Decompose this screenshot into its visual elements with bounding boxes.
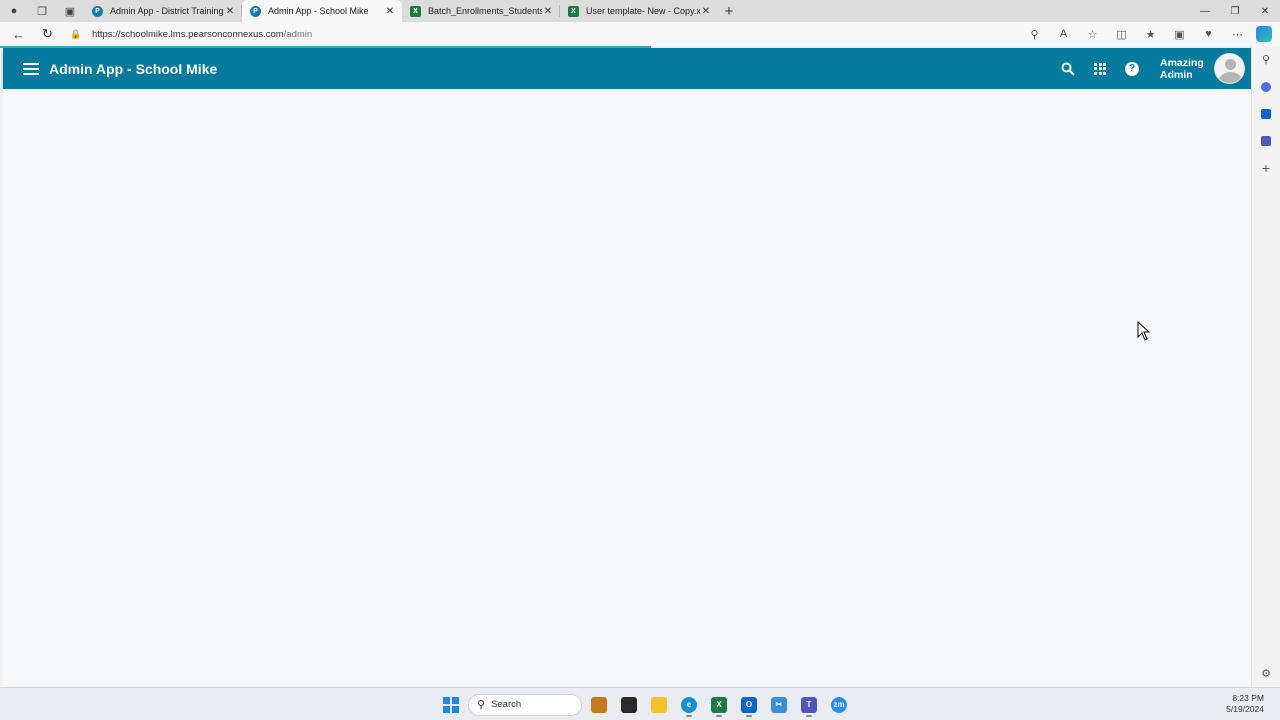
help-icon[interactable]: ? bbox=[1116, 53, 1148, 85]
window-controls: — ❐ ✕ bbox=[1190, 6, 1280, 17]
favorites-icon[interactable]: ★ bbox=[1136, 28, 1165, 41]
url-field[interactable]: https://schoolmike.lms.pearsonconnexus.c… bbox=[92, 29, 312, 40]
lock-icon[interactable]: 🔒 bbox=[68, 29, 84, 40]
sidebar-teams-icon[interactable] bbox=[1252, 127, 1280, 154]
clock-date: 5/19/2024 bbox=[1226, 704, 1264, 714]
mouse-cursor-icon bbox=[1137, 321, 1151, 341]
tab-actions-icon[interactable]: ▣ bbox=[56, 0, 84, 22]
workspaces-icon[interactable]: ❐ bbox=[28, 0, 56, 22]
tab-title: Admin App - School Mike bbox=[268, 6, 369, 16]
collections-icon[interactable]: ▣ bbox=[1165, 28, 1194, 41]
sidebar-outlook-icon[interactable] bbox=[1252, 100, 1280, 127]
app-header: Admin App - School Mike ? Amazing Admin bbox=[3, 48, 1251, 89]
system-clock[interactable]: 8:23 PM 5/19/2024 bbox=[1226, 693, 1264, 715]
terminal-icon bbox=[621, 696, 637, 713]
favorite-star-icon[interactable]: ☆ bbox=[1078, 28, 1107, 41]
taskbar-file-explorer[interactable] bbox=[644, 692, 674, 717]
taskbar-terminal-app[interactable] bbox=[614, 692, 644, 717]
search-icon: ⚲ bbox=[477, 699, 486, 711]
sidebar-shopping-icon[interactable] bbox=[1252, 73, 1280, 100]
taskbar-teams[interactable]: T bbox=[794, 692, 824, 717]
zoom-icon: zm bbox=[831, 696, 847, 713]
tab-title: Admin App - District Training bbox=[110, 6, 224, 16]
more-options-icon[interactable]: ⋯ bbox=[1223, 28, 1252, 41]
address-bar-row: ← ↻ 🔒 https://schoolmike.lms.pearsonconn… bbox=[0, 22, 1280, 46]
windows-taskbar: ⚲ Search e X O ✂ T zm 8:23 PM 5/19/2024 bbox=[0, 687, 1280, 720]
taskbar-edge[interactable]: e bbox=[674, 692, 704, 717]
back-arrow-icon[interactable]: ← bbox=[4, 27, 33, 42]
app-title: Admin App - School Mike bbox=[49, 60, 218, 77]
copilot-icon[interactable] bbox=[1256, 26, 1272, 42]
pearson-icon: P bbox=[92, 5, 103, 17]
avatar[interactable] bbox=[1214, 53, 1245, 84]
close-window-icon[interactable]: ✕ bbox=[1250, 6, 1280, 17]
teams-icon: T bbox=[801, 696, 817, 713]
url-host: https://schoolmike.lms.pearsonconnexus.c… bbox=[92, 28, 284, 40]
taskbar-search[interactable]: ⚲ Search bbox=[468, 693, 582, 716]
taskbar-search-label: Search bbox=[491, 699, 522, 710]
excel-icon: X bbox=[410, 5, 421, 17]
browser-tab-batch-enrollments[interactable]: X Batch_Enrollments_Students_sks ✕ bbox=[402, 0, 560, 22]
password-key-icon[interactable]: ⚲ bbox=[1020, 28, 1049, 41]
browser-essentials-icon[interactable]: ♥ bbox=[1194, 28, 1223, 40]
browser-tab-strip: ● ❐ ▣ P Admin App - District Training ✕ … bbox=[0, 0, 1280, 22]
url-path: /admin bbox=[283, 28, 313, 40]
excel-icon: X bbox=[711, 696, 727, 713]
edge-sidebar: ⚲ + ⚙ bbox=[1251, 46, 1280, 687]
scissors-icon: ✂ bbox=[771, 696, 787, 713]
close-icon[interactable]: ✕ bbox=[224, 6, 236, 17]
user-name[interactable]: Amazing Admin bbox=[1160, 57, 1210, 81]
windows-icon bbox=[443, 696, 459, 713]
read-aloud-icon[interactable]: A bbox=[1049, 28, 1078, 40]
taskbar-excel[interactable]: X bbox=[704, 692, 734, 717]
refresh-icon[interactable]: ↻ bbox=[33, 26, 62, 42]
pearson-icon: P bbox=[250, 5, 261, 17]
apps-grid-icon[interactable] bbox=[1084, 53, 1116, 85]
taskbar-toolbox-app[interactable] bbox=[584, 692, 614, 717]
start-button[interactable] bbox=[436, 692, 466, 717]
close-icon[interactable]: ✕ bbox=[384, 6, 396, 17]
user-name-line2: Admin bbox=[1160, 68, 1193, 81]
folder-icon bbox=[651, 696, 667, 713]
new-tab-button[interactable]: + bbox=[718, 3, 740, 20]
browser-tab-user-template[interactable]: X User template- New - Copy.xlsx ✕ bbox=[560, 0, 718, 22]
sidebar-add-icon[interactable]: + bbox=[1252, 154, 1280, 181]
tab-title: User template- New - Copy.xlsx bbox=[586, 6, 700, 16]
browser-tab-district-training[interactable]: P Admin App - District Training ✕ bbox=[84, 0, 242, 22]
browser-tab-school-mike[interactable]: P Admin App - School Mike ✕ bbox=[242, 0, 402, 22]
hamburger-menu-icon[interactable] bbox=[23, 62, 39, 75]
edge-icon: e bbox=[681, 696, 697, 713]
tab-title: Batch_Enrollments_Students_sks bbox=[428, 6, 542, 16]
taskbar-zoom[interactable]: zm bbox=[824, 692, 854, 717]
excel-icon: X bbox=[568, 5, 579, 17]
sidebar-settings-icon[interactable]: ⚙ bbox=[1252, 660, 1280, 687]
main-content-area bbox=[3, 89, 1251, 686]
outlook-icon: O bbox=[741, 696, 757, 713]
close-icon[interactable]: ✕ bbox=[700, 6, 712, 17]
clock-time: 8:23 PM bbox=[1232, 693, 1264, 703]
restore-icon[interactable]: ❐ bbox=[1220, 6, 1250, 17]
minimize-icon[interactable]: — bbox=[1190, 6, 1220, 17]
split-screen-icon[interactable]: ◫ bbox=[1107, 28, 1136, 41]
taskbar-outlook[interactable]: O bbox=[734, 692, 764, 717]
briefcase-icon bbox=[591, 696, 607, 713]
sidebar-search-icon[interactable]: ⚲ bbox=[1252, 46, 1280, 73]
close-icon[interactable]: ✕ bbox=[542, 6, 554, 17]
profile-icon[interactable]: ● bbox=[0, 0, 28, 22]
user-name-line1: Amazing bbox=[1160, 56, 1204, 69]
taskbar-snipping-tool[interactable]: ✂ bbox=[764, 692, 794, 717]
search-icon[interactable] bbox=[1052, 53, 1084, 85]
